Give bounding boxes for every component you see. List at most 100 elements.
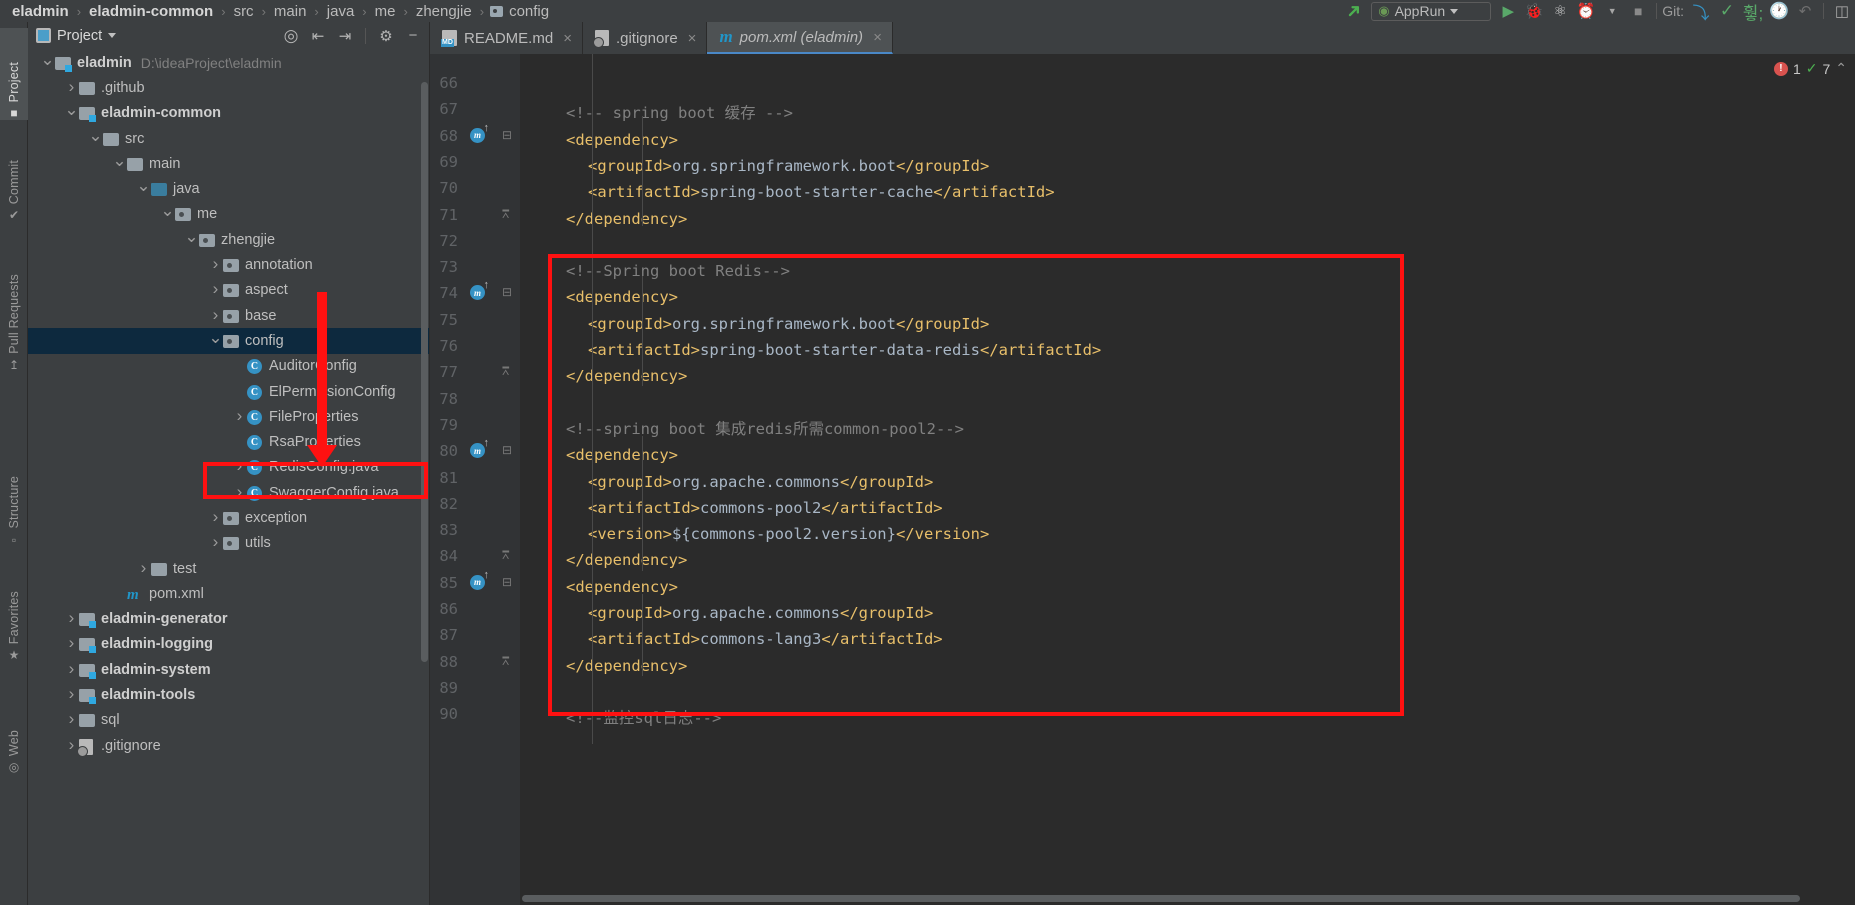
breadcrumb-item-config[interactable]: config: [490, 3, 551, 20]
chevron-up-icon[interactable]: ⌃: [1835, 60, 1847, 77]
git-update-icon[interactable]: ⤵: [1688, 0, 1714, 23]
chevron-down-icon[interactable]: ⌄: [40, 50, 55, 70]
chevron-right-icon[interactable]: ›: [232, 482, 247, 502]
git-commit-icon[interactable]: ✓: [1714, 0, 1740, 22]
collapse-all-icon[interactable]: ⇥: [333, 24, 357, 48]
breadcrumb-item-zhengjie[interactable]: zhengjie: [414, 3, 474, 20]
code-line[interactable]: </dependency>: [566, 653, 687, 679]
tree-item-rsaproperties[interactable]: C RsaProperties: [28, 429, 429, 454]
code-line[interactable]: <dependency>: [566, 574, 678, 600]
chevron-right-icon[interactable]: ›: [64, 659, 79, 679]
tree-item-eladmin[interactable]: ⌄ eladmin D:\ideaProject\eladmin: [28, 50, 429, 75]
chevron-right-icon[interactable]: ›: [232, 456, 247, 476]
chevron-down-icon[interactable]: ⌄: [112, 151, 127, 171]
chevron-down-icon[interactable]: ⌄: [184, 227, 199, 247]
code-line[interactable]: <dependency>: [566, 127, 678, 153]
chevron-right-icon[interactable]: ›: [208, 305, 223, 325]
chevron-down-icon[interactable]: ⌄: [88, 126, 103, 146]
close-icon[interactable]: ×: [873, 29, 882, 46]
hide-icon[interactable]: −: [401, 24, 425, 48]
tool-window-button-pull-requests[interactable]: ↥ Pull Requests: [0, 237, 28, 372]
tool-window-button-web[interactable]: ◎ Web: [0, 712, 28, 774]
tree-item-eladmin-common[interactable]: ⌄ eladmin-common: [28, 100, 429, 126]
close-icon[interactable]: ×: [563, 30, 572, 47]
fold-collapse-icon[interactable]: ⊟: [502, 128, 512, 142]
breadcrumb-item-me[interactable]: me: [373, 3, 398, 20]
tree-item-redisconfig-java[interactable]: › C RedisConfig.java: [28, 455, 429, 480]
fold-end-icon[interactable]: ⩞: [502, 654, 509, 669]
tree-item-auditorconfig[interactable]: C AuditorConfig: [28, 354, 429, 379]
project-tree-scrollbar[interactable]: [421, 82, 428, 662]
editor-marker-stripe[interactable]: [1841, 86, 1855, 905]
tree-item-annotation[interactable]: › annotation: [28, 252, 429, 277]
editor-tab-pom-xml-eladmin-[interactable]: m pom.xml (eladmin) ×: [707, 22, 893, 54]
chevron-down-icon[interactable]: ⌄: [64, 100, 79, 120]
chevron-right-icon[interactable]: ›: [208, 507, 223, 527]
inspection-widget[interactable]: ! 1 ✓ 7 ⌃: [1773, 60, 1847, 77]
run-configuration-selector[interactable]: ◉ AppRun: [1371, 1, 1492, 21]
chevron-down-icon[interactable]: [108, 33, 117, 38]
tool-window-button-favorites[interactable]: ★ Favorites: [0, 567, 28, 662]
gear-icon[interactable]: ⚙: [374, 24, 398, 48]
project-tree[interactable]: ⌄ eladmin D:\ideaProject\eladmin › .github ⌄ e…: [28, 50, 429, 905]
chevron-right-icon[interactable]: ›: [136, 558, 151, 578]
breadcrumb-item-main[interactable]: main: [272, 3, 309, 20]
tool-window-button-structure[interactable]: ▫ Structure: [0, 452, 28, 547]
tree-item-pom-xml[interactable]: m pom.xml: [28, 581, 429, 606]
tree-item-me[interactable]: ⌄ me: [28, 201, 429, 227]
maven-dependency-gutter-icon[interactable]: m: [470, 569, 489, 593]
profiler-icon[interactable]: ⏰: [1573, 0, 1599, 22]
code-line[interactable]: <groupId>org.apache.commons</groupId>: [588, 469, 933, 495]
code-line[interactable]: <artifactId>spring-boot-starter-cache</a…: [588, 179, 1055, 205]
maven-dependency-gutter-icon[interactable]: m: [470, 279, 489, 303]
editor-gutter[interactable]: 66 67 68 m ⊟ 69 70 71 ⩞ 72 73 74 m ⊟ 75 76 77 ⩞ 78 79 80 m ⊟ 81…: [430, 54, 520, 905]
tree-item-swaggerconfig-java[interactable]: › C SwaggerConfig.java: [28, 480, 429, 505]
breadcrumb-item-eladmin[interactable]: eladmin: [10, 3, 71, 20]
breadcrumb-item-java[interactable]: java: [325, 3, 357, 20]
code-line[interactable]: <version>${commons-pool2.version}</versi…: [588, 521, 989, 547]
code-line[interactable]: </dependency>: [566, 206, 687, 232]
tree-item--github[interactable]: › .github: [28, 75, 429, 100]
chevron-right-icon[interactable]: ›: [64, 77, 79, 97]
breadcrumb-item-src[interactable]: src: [232, 3, 256, 20]
stop-icon[interactable]: ■: [1625, 0, 1651, 22]
maven-dependency-gutter-icon[interactable]: m: [470, 122, 489, 146]
tree-item-elpermissionconfig[interactable]: C ElPermissionConfig: [28, 379, 429, 404]
tree-item-exception[interactable]: › exception: [28, 505, 429, 530]
fold-collapse-icon[interactable]: ⊟: [502, 575, 512, 589]
git-history-icon[interactable]: 🕐: [1766, 0, 1792, 22]
tree-item-fileproperties[interactable]: › C FileProperties: [28, 404, 429, 429]
tree-item-utils[interactable]: › utils: [28, 531, 429, 556]
tree-item-eladmin-tools[interactable]: › eladmin-tools: [28, 682, 429, 707]
chevron-down-icon[interactable]: ▼: [1599, 0, 1625, 22]
tree-item-java[interactable]: ⌄ java: [28, 176, 429, 201]
code-line[interactable]: </dependency>: [566, 363, 687, 389]
maven-dependency-gutter-icon[interactable]: m: [470, 437, 489, 461]
code-line[interactable]: <!--spring boot 集成redis所需common-pool2-->: [566, 416, 964, 442]
run-icon[interactable]: ▶: [1495, 0, 1521, 22]
chevron-down-icon[interactable]: ⌄: [160, 201, 175, 221]
fold-collapse-icon[interactable]: ⊟: [502, 443, 512, 457]
code-line[interactable]: <groupId>org.springframework.boot</group…: [588, 311, 989, 337]
expand-all-icon[interactable]: ⇤: [306, 24, 330, 48]
tree-item-zhengjie[interactable]: ⌄ zhengjie: [28, 227, 429, 252]
tool-window-button-project[interactable]: ■ Project: [0, 28, 28, 120]
code-content[interactable]: <!-- spring boot 缓存 --> <dependency> <grou…: [522, 54, 1855, 905]
search-everywhere-icon[interactable]: ◫: [1829, 0, 1855, 22]
chevron-down-icon[interactable]: ⌄: [136, 176, 151, 196]
chevron-right-icon[interactable]: ›: [64, 608, 79, 628]
editor-tab-readme-md[interactable]: README.md ×: [430, 22, 583, 54]
tree-item-base[interactable]: › base: [28, 303, 429, 328]
chevron-right-icon[interactable]: ›: [232, 406, 247, 426]
git-push-icon[interactable]: 훻;: [1740, 0, 1766, 23]
run-with-coverage-icon[interactable]: ⚛: [1547, 0, 1573, 22]
locate-icon[interactable]: ◎: [279, 24, 303, 48]
tree-item-src[interactable]: ⌄ src: [28, 126, 429, 151]
code-line[interactable]: </dependency>: [566, 547, 687, 573]
code-editor[interactable]: 666768m⊟697071⩞727374m⊟757677⩞787980m⊟81…: [430, 54, 1855, 905]
tree-item-test[interactable]: › test: [28, 556, 429, 581]
git-rollback-icon[interactable]: ↶: [1792, 0, 1818, 22]
breadcrumb-item-eladmin-common[interactable]: eladmin-common: [87, 3, 215, 20]
fold-collapse-icon[interactable]: ⊟: [502, 285, 512, 299]
code-line[interactable]: <dependency>: [566, 284, 678, 310]
